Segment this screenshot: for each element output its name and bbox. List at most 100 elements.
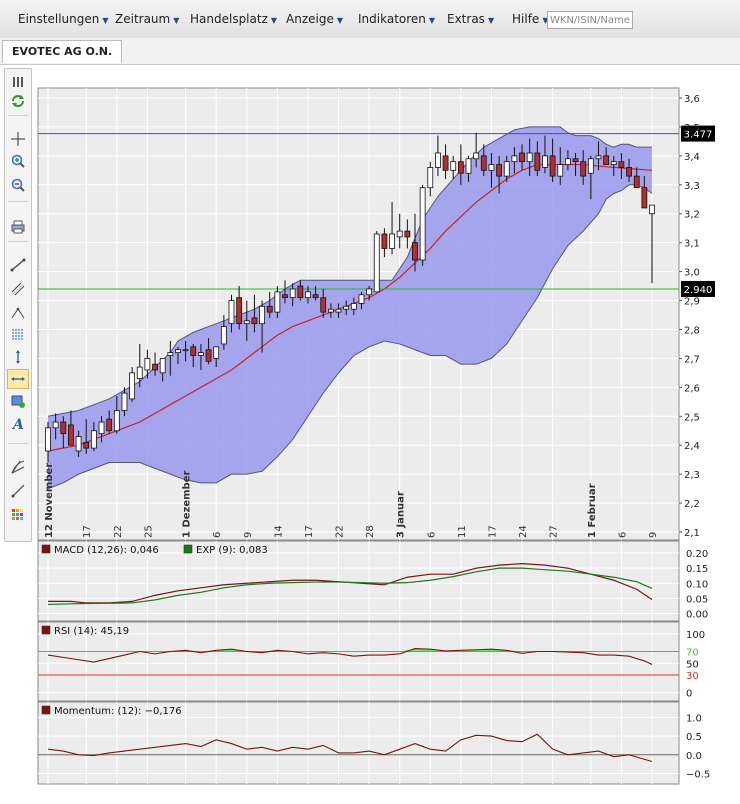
y-tick-label: 0 (686, 689, 692, 700)
candle (373, 231, 380, 293)
candle-body (595, 155, 602, 160)
x-tick-label: 25 (143, 525, 154, 538)
candle-body (45, 427, 51, 452)
x-tick-label: 3 Januar (396, 491, 407, 538)
candle-body (106, 418, 113, 432)
legend-label: RSI (14): 45,19 (54, 626, 129, 637)
candle-body (473, 152, 480, 160)
y-tick-label: 0.20 (686, 549, 708, 560)
legend-swatch (41, 705, 51, 715)
y-tick-label: −0.5 (686, 770, 710, 781)
y-tick-label: 2,2 (684, 499, 700, 510)
candle-body (549, 155, 556, 177)
y-tick-label: 2,1 (684, 528, 700, 539)
legend-swatch (41, 544, 51, 554)
candle-body (343, 305, 350, 310)
candle-body (266, 305, 273, 313)
candle-body (366, 288, 373, 296)
x-tick-label: 17 (487, 525, 498, 538)
y-tick-label: 1.0 (686, 713, 702, 724)
candle-body (580, 161, 587, 177)
candle-body (350, 303, 357, 310)
candle-body (442, 155, 449, 171)
y-tick-label: 0.00 (686, 609, 708, 620)
candle-body (396, 230, 403, 238)
candle-body (60, 421, 67, 435)
x-tick-label: 6 (212, 532, 223, 538)
y-tick-label: 2,8 (684, 325, 700, 336)
candle-body (557, 164, 564, 177)
candle-body (641, 187, 648, 209)
candle-body (427, 167, 434, 189)
y-tick-label: 3,6 (684, 94, 700, 105)
candle-body (335, 308, 342, 313)
candle-body (503, 161, 510, 177)
candle-body (572, 158, 579, 163)
candle-body (389, 233, 395, 249)
candle-body (205, 349, 212, 362)
y-tick-label: 3,3 (684, 181, 700, 192)
legend-swatch (41, 625, 51, 635)
x-tick-label: 27 (549, 525, 560, 538)
rsi-panel: 100 705030 0 RSI (14): 45,19 (37, 621, 705, 702)
candle-body (136, 366, 143, 380)
candle-body (121, 392, 128, 411)
candle-body (457, 161, 464, 174)
candle-body (175, 349, 181, 354)
chart-canvas: 3.4772.9403,63,53,43,33,23,13,02,92,82,7… (37, 87, 715, 785)
x-tick-label: 12 November (44, 463, 55, 538)
candle-body (534, 152, 541, 171)
x-tick-label: 9 (648, 532, 659, 538)
candle-body (373, 233, 380, 293)
legend-swatch (183, 544, 193, 554)
x-tick-label: 22 (335, 525, 346, 538)
x-tick-label: 24 (518, 525, 529, 538)
candle-body (633, 175, 640, 189)
candle-body (236, 297, 243, 325)
y-tick-label: 3,1 (684, 239, 700, 250)
x-tick-label: 14 (273, 525, 284, 538)
x-tick-label: 9 (243, 532, 254, 538)
candle-body (113, 410, 120, 432)
candle-body (564, 158, 571, 165)
candle-body (610, 161, 617, 165)
x-tick-label: 28 (365, 525, 376, 538)
y-tick-label: 2,6 (684, 383, 700, 394)
y-tick-label: 100 (686, 630, 705, 641)
candle-body (496, 164, 502, 177)
candle (419, 184, 426, 266)
legend-label: Momentum: (12): −0,176 (54, 706, 182, 717)
candle-body (327, 308, 334, 313)
y-tick-label: 50 (686, 659, 699, 670)
y-tick-label: 2,9 (684, 297, 700, 308)
x-tick-label: 17 (82, 525, 93, 538)
y-tick-label: 0.5 (686, 732, 702, 743)
candle-body (75, 436, 82, 452)
candle-body (450, 161, 457, 171)
candle-body (526, 152, 533, 163)
y-tick-label: 30 (686, 671, 699, 682)
y-tick-label: 3,0 (684, 268, 700, 279)
candle-body (167, 352, 174, 356)
y-tick-label: 2,5 (684, 412, 700, 423)
y-tick-label: 0.10 (686, 579, 708, 590)
candle-body (68, 424, 74, 446)
candle-body (198, 352, 204, 356)
candle-body (312, 294, 319, 299)
y-tick-label: 0.0 (686, 751, 702, 762)
legend-label: EXP (9): 0,083 (196, 545, 268, 556)
candle-body (320, 297, 327, 313)
x-tick-label: 1 Dezember (182, 471, 193, 538)
candle-body (243, 320, 250, 325)
candle-body (83, 441, 90, 449)
candle-body (542, 155, 548, 168)
x-tick-label: 6 (426, 532, 437, 538)
candle-body (404, 230, 411, 238)
candle-body (159, 357, 166, 374)
candle-body (152, 363, 158, 371)
candle-body (358, 294, 365, 304)
candle-body (274, 291, 281, 313)
candle-body (626, 167, 632, 177)
candle-body (182, 349, 189, 352)
price-panel: 3.4772.9403,63,53,43,33,23,13,02,92,82,7… (37, 87, 715, 541)
